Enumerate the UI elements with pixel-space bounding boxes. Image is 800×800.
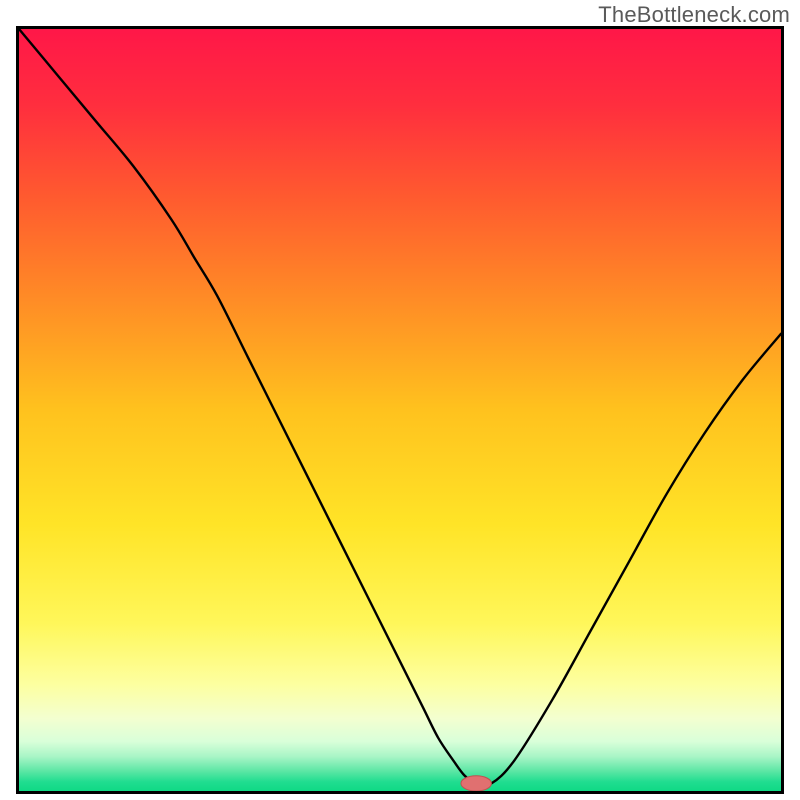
gradient-background <box>19 29 781 791</box>
plot-area <box>19 29 781 791</box>
plot-border <box>16 26 784 794</box>
watermark-text: TheBottleneck.com <box>598 2 790 28</box>
minimum-marker <box>461 776 491 791</box>
chart-frame: TheBottleneck.com <box>0 0 800 800</box>
